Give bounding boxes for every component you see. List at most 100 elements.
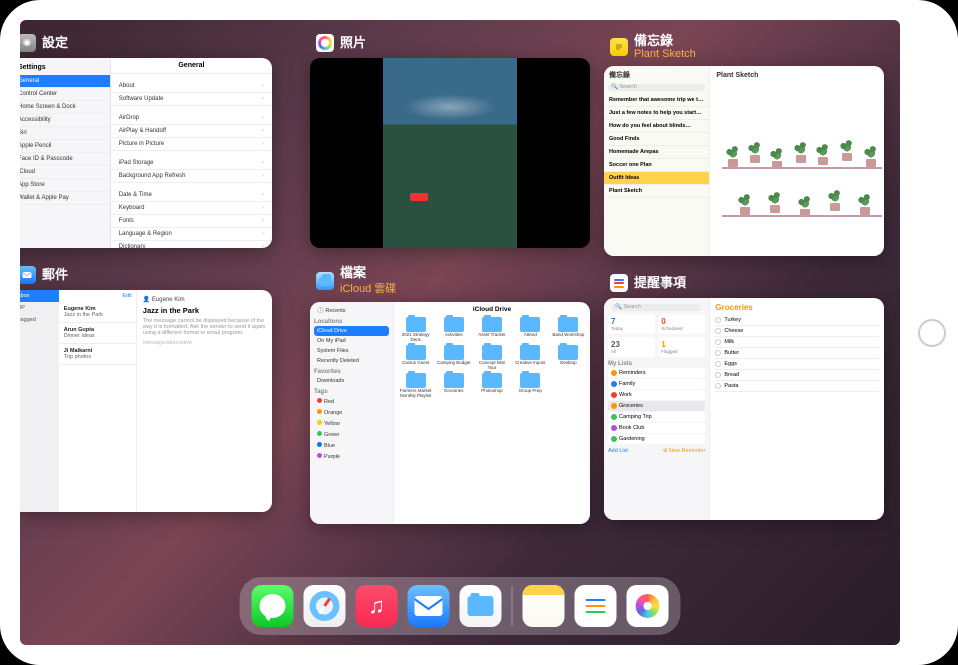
- note-list-item[interactable]: Remember that awesome trip we t…: [604, 94, 709, 107]
- switcher-card-reminders[interactable]: 提醒事項 🔍 Search7Today0Scheduled23All1Flagg…: [604, 274, 884, 520]
- files-location[interactable]: Recently Deleted: [314, 356, 389, 366]
- files-folder[interactable]: Creative Inputs: [513, 345, 548, 370]
- files-tag[interactable]: Purple: [314, 451, 389, 462]
- reminders-summary-card[interactable]: 0Scheduled: [658, 314, 705, 334]
- files-folder[interactable]: Concept Mini Tour: [474, 345, 509, 370]
- files-folder[interactable]: Photoshop: [474, 373, 509, 398]
- home-button[interactable]: [918, 319, 946, 347]
- files-folder[interactable]: Cactus Guest: [398, 345, 433, 370]
- files-folder[interactable]: Asset Tracker: [474, 317, 509, 342]
- new-reminder-button[interactable]: ⊕ New Reminder: [663, 448, 706, 454]
- note-list-item[interactable]: Outfit Ideas: [604, 172, 709, 185]
- dock-reminders[interactable]: [575, 585, 617, 627]
- files-tag[interactable]: Blue: [314, 440, 389, 451]
- files-folder[interactable]: 2021 Strategy Deck: [398, 317, 433, 342]
- dock-mail[interactable]: [408, 585, 450, 627]
- files-folder[interactable]: Desktop: [551, 345, 586, 370]
- switcher-card-settings[interactable]: 設定 SettingsGeneralControl CenterHome Scr…: [20, 34, 272, 248]
- settings-row[interactable]: Background App Refresh: [111, 170, 272, 183]
- settings-row[interactable]: Software Update: [111, 93, 272, 106]
- settings-row[interactable]: Date & Time: [111, 189, 272, 202]
- files-tag[interactable]: Yellow: [314, 418, 389, 429]
- files-location[interactable]: iCloud Drive: [314, 326, 389, 336]
- mail-thread[interactable]: Arun GuptaDinner ideas: [59, 323, 136, 344]
- note-list-item[interactable]: Plant Sketch: [604, 185, 709, 198]
- settings-sidebar-item[interactable]: Control Center: [20, 88, 110, 101]
- note-list-item[interactable]: How do you feel about blinds…: [604, 120, 709, 133]
- files-tag[interactable]: Orange: [314, 407, 389, 418]
- reminders-list[interactable]: Groceries: [608, 401, 705, 411]
- settings-row[interactable]: Keyboard: [111, 202, 272, 215]
- settings-row[interactable]: Picture in Picture: [111, 138, 272, 151]
- files-location[interactable]: System Files: [314, 346, 389, 356]
- mailbox-item[interactable]: Flagged: [20, 314, 59, 326]
- reminder-item[interactable]: Milk: [715, 337, 879, 348]
- settings-sidebar-item[interactable]: Wallet & Apple Pay: [20, 192, 110, 205]
- reminder-item[interactable]: Turkey: [715, 315, 879, 326]
- switcher-card-files[interactable]: 檔案 iCloud 雲碟 🕒 RecentsLocationsiCloud Dr…: [310, 266, 590, 524]
- settings-sidebar-item[interactable]: Home Screen & Dock: [20, 101, 110, 114]
- dock-safari[interactable]: [304, 585, 346, 627]
- mail-edit[interactable]: Edit: [59, 290, 136, 302]
- settings-row[interactable]: Dictionary: [111, 241, 272, 248]
- note-list-item[interactable]: Just a few notes to help you start…: [604, 107, 709, 120]
- reminder-item[interactable]: Bread: [715, 370, 879, 381]
- dock-music[interactable]: ♫: [356, 585, 398, 627]
- switcher-card-photos[interactable]: 照片: [310, 34, 590, 248]
- reminders-summary-card[interactable]: 23All: [608, 337, 655, 357]
- settings-sidebar-item[interactable]: iCloud: [20, 166, 110, 179]
- reminders-summary-card[interactable]: 7Today: [608, 314, 655, 334]
- note-list-item[interactable]: Good Finds: [604, 133, 709, 146]
- reminder-item[interactable]: Pasta: [715, 381, 879, 392]
- files-folder[interactable]: Band Workshop: [551, 317, 586, 342]
- files-folder[interactable]: Activities: [436, 317, 471, 342]
- settings-sidebar-item[interactable]: App Store: [20, 179, 110, 192]
- files-tag[interactable]: Green: [314, 429, 389, 440]
- files-folder[interactable]: Farmers Market Monthly Playlist: [398, 373, 433, 398]
- reminders-list[interactable]: Gardening: [608, 434, 705, 444]
- reminders-list[interactable]: Family: [608, 379, 705, 389]
- files-folder[interactable]: Camping Budget: [436, 345, 471, 370]
- dock-files[interactable]: [460, 585, 502, 627]
- files-recents[interactable]: 🕒 Recents: [314, 306, 389, 316]
- files-folder[interactable]: Group Prep: [513, 373, 548, 398]
- reminders-summary-card[interactable]: 1Flagged: [658, 337, 705, 357]
- dock-notes[interactable]: [523, 585, 565, 627]
- reminders-search[interactable]: 🔍 Search: [612, 304, 701, 311]
- files-tag[interactable]: Red: [314, 396, 389, 407]
- reminder-item[interactable]: Butter: [715, 348, 879, 359]
- settings-row[interactable]: AirPlay & Handoff: [111, 125, 272, 138]
- settings-row[interactable]: About: [111, 80, 272, 93]
- settings-row[interactable]: AirDrop: [111, 112, 272, 125]
- mail-thread[interactable]: Ji MalkarniTrip photos: [59, 344, 136, 365]
- dock-messages[interactable]: [252, 585, 294, 627]
- settings-row[interactable]: Language & Region: [111, 228, 272, 241]
- reminders-list[interactable]: Camping Trip: [608, 412, 705, 422]
- reminder-item[interactable]: Cheese: [715, 326, 879, 337]
- note-list-item[interactable]: Homemade Arepas: [604, 146, 709, 159]
- mailbox-item[interactable]: VIP: [20, 302, 59, 314]
- files-folder[interactable]: Groceries: [436, 373, 471, 398]
- settings-sidebar-item[interactable]: Apple Pencil: [20, 140, 110, 153]
- settings-sidebar-item[interactable]: Siri: [20, 127, 110, 140]
- settings-row[interactable]: iPad Storage: [111, 157, 272, 170]
- note-list-item[interactable]: Soccer one Plan: [604, 159, 709, 172]
- mailbox-item[interactable]: Inbox: [20, 290, 59, 302]
- reminders-list[interactable]: Book Club: [608, 423, 705, 433]
- add-list-button[interactable]: Add List: [608, 448, 628, 454]
- settings-sidebar-item[interactable]: Accessibility: [20, 114, 110, 127]
- reminder-item[interactable]: Eggs: [715, 359, 879, 370]
- reminders-list[interactable]: Work: [608, 390, 705, 400]
- notes-search[interactable]: 🔍 Search: [608, 84, 705, 91]
- mail-thread[interactable]: Eugene KimJazz in the Park: [59, 302, 136, 323]
- files-folder[interactable]: Attend: [513, 317, 548, 342]
- switcher-card-mail[interactable]: 郵件 InboxVIPFlaggedEditEugene KimJazz in …: [20, 266, 272, 512]
- files-location[interactable]: On My iPad: [314, 336, 389, 346]
- dock-photos[interactable]: [627, 585, 669, 627]
- settings-sidebar-item[interactable]: Face ID & Passcode: [20, 153, 110, 166]
- reminders-list[interactable]: Reminders: [608, 368, 705, 378]
- settings-row[interactable]: Fonts: [111, 215, 272, 228]
- settings-sidebar-item[interactable]: General: [20, 75, 110, 88]
- files-favorite[interactable]: Downloads: [314, 376, 389, 386]
- switcher-card-notes[interactable]: 備忘錄 Plant Sketch 備忘錄🔍 SearchRemember tha…: [604, 34, 884, 256]
